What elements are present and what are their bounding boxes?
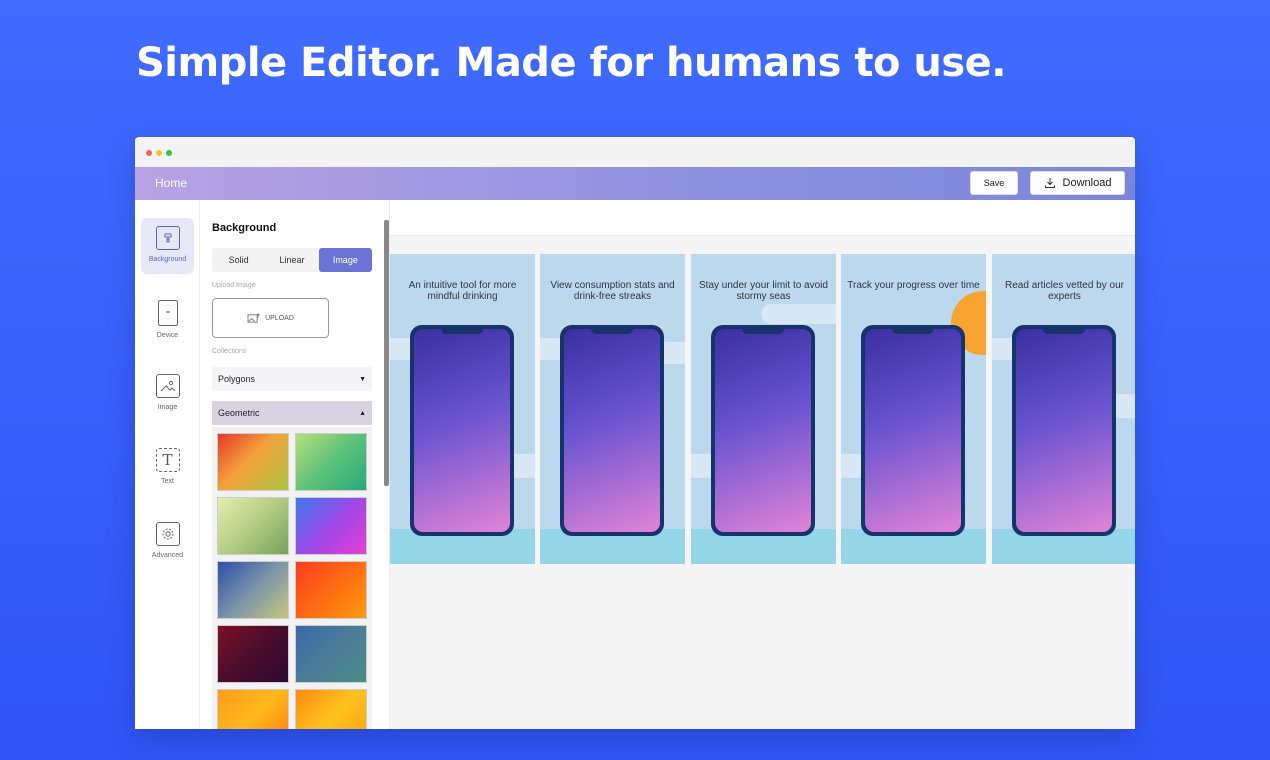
phone-mockup: [1012, 325, 1116, 536]
tab-linear[interactable]: Linear: [265, 248, 318, 272]
collection-dropdown[interactable]: Polygons ▼: [212, 367, 372, 391]
rail-label: Advanced: [151, 552, 184, 559]
rail-item-background[interactable]: Background: [141, 218, 194, 274]
subcollection-dropdown-value: Geometric: [218, 408, 260, 418]
device-icon: [157, 300, 178, 326]
rail-label: Background: [148, 256, 187, 263]
close-dot[interactable]: [146, 150, 152, 156]
panel-title: Background: [212, 222, 277, 234]
download-label: Download: [1062, 177, 1112, 189]
tab-solid[interactable]: Solid: [212, 248, 265, 272]
background-thumbnail[interactable]: [295, 625, 367, 683]
rail-label: Text: [161, 478, 174, 485]
upload-button[interactable]: UPLOAD: [212, 298, 329, 338]
tab-image[interactable]: Image: [318, 248, 372, 272]
rail-item-image[interactable]: Image: [141, 366, 194, 422]
screenshot-card[interactable]: Track your progress over time: [841, 254, 986, 564]
phone-mockup: [410, 325, 514, 536]
editor-window: Home Save Download Background Device Ima…: [135, 137, 1135, 729]
gear-icon: [155, 522, 180, 546]
rail-item-device[interactable]: Device: [141, 292, 194, 348]
screenshot-card[interactable]: View consumption stats and drink-free st…: [540, 254, 685, 564]
upload-button-label: UPLOAD: [265, 314, 294, 322]
collection-dropdown-value: Polygons: [218, 374, 256, 384]
screenshot-caption: Stay under your limit to avoid stormy se…: [699, 280, 828, 302]
rail-label: Image: [157, 404, 178, 411]
paint-icon: [155, 226, 180, 250]
background-thumbnail[interactable]: [217, 561, 289, 619]
screenshot-card[interactable]: An intuitive tool for more mindful drink…: [390, 254, 535, 564]
save-button[interactable]: Save: [970, 171, 1018, 195]
screenshot-caption: View consumption stats and drink-free st…: [550, 280, 675, 302]
background-thumbnail[interactable]: [295, 497, 367, 555]
editor-body: Background Device Image T Text Advanced …: [135, 200, 1135, 729]
screenshot-caption: Read articles vetted by our experts: [1005, 280, 1124, 302]
background-thumbnail[interactable]: [217, 497, 289, 555]
background-type-tabs: Solid Linear Image: [212, 248, 372, 272]
phone-mockup: [711, 325, 815, 536]
background-thumbnail[interactable]: [217, 433, 289, 491]
screenshot-caption: An intuitive tool for more mindful drink…: [408, 280, 517, 302]
rail-item-text[interactable]: T Text: [141, 440, 194, 496]
screenshot-caption: Track your progress over time: [847, 280, 980, 291]
caret-up-icon: ▲: [359, 409, 366, 417]
image-icon: [155, 374, 180, 398]
screenshot-card[interactable]: Read articles vetted by our experts: [992, 254, 1135, 564]
background-thumbnail[interactable]: [217, 689, 289, 729]
preview-canvas: An intuitive tool for more mindful drink…: [390, 200, 1135, 729]
screenshot-card[interactable]: Stay under your limit to avoid stormy se…: [691, 254, 836, 564]
headline: Simple Editor. Made for humans to use.: [136, 40, 1007, 86]
nav-home-link[interactable]: Home: [155, 176, 187, 190]
rail-item-advanced[interactable]: Advanced: [141, 514, 194, 570]
canvas-toolbar: [390, 200, 1135, 236]
upload-image-icon: [247, 312, 260, 323]
phone-mockup: [861, 325, 965, 536]
upload-label: Upload Image: [212, 282, 256, 289]
top-navbar: Home Save Download: [135, 167, 1135, 200]
subcollection-dropdown[interactable]: Geometric ▲: [212, 401, 372, 425]
background-thumbnail[interactable]: [295, 433, 367, 491]
cloud-shape: [761, 304, 836, 324]
tool-rail: Background Device Image T Text Advanced: [135, 200, 200, 729]
maximize-dot[interactable]: [166, 150, 172, 156]
caret-down-icon: ▼: [359, 375, 366, 383]
download-button[interactable]: Download: [1030, 171, 1125, 195]
text-icon: T: [155, 448, 180, 472]
rail-label: Device: [156, 332, 179, 339]
window-titlebar: [135, 137, 1135, 167]
background-thumbnail[interactable]: [217, 625, 289, 683]
background-thumbnail[interactable]: [295, 689, 367, 729]
download-icon: [1044, 178, 1055, 188]
panel-scrollbar[interactable]: [384, 220, 389, 486]
minimize-dot[interactable]: [156, 150, 162, 156]
background-panel: Background Solid Linear Image Upload Ima…: [200, 200, 390, 729]
phone-mockup: [560, 325, 664, 536]
collections-label: Collections: [212, 348, 247, 355]
background-thumbnail[interactable]: [295, 561, 367, 619]
background-thumbnail-grid: [212, 427, 372, 729]
